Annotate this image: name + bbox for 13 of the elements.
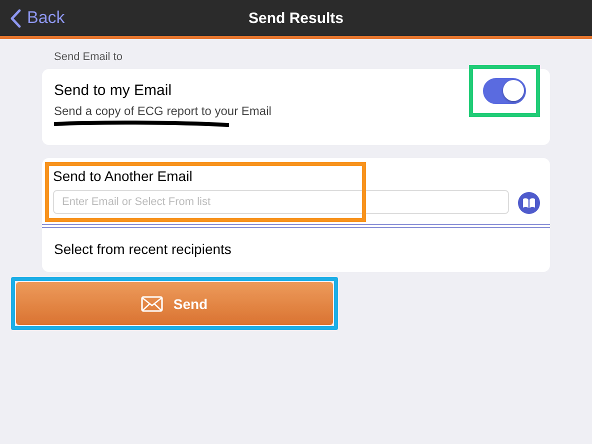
email-input-field[interactable]: Enter Email or Select From list: [53, 190, 509, 214]
option-description: Send a copy of ECG report to your Email: [54, 104, 272, 118]
back-button[interactable]: Back: [10, 8, 65, 28]
recent-recipients-item[interactable]: Select from recent recipients: [42, 228, 550, 272]
book-icon[interactable]: [518, 192, 540, 214]
field-label: Send to Another Email: [53, 168, 192, 184]
screen-title: Send Results: [248, 10, 344, 26]
envelope-icon: [141, 296, 164, 312]
chevron-left-icon: [10, 8, 21, 28]
option-title: Send to my Email: [54, 82, 173, 99]
toggle-switch[interactable]: [483, 78, 526, 104]
section-label: Send Email to: [53, 50, 124, 65]
send-button[interactable]: Send: [16, 282, 333, 325]
